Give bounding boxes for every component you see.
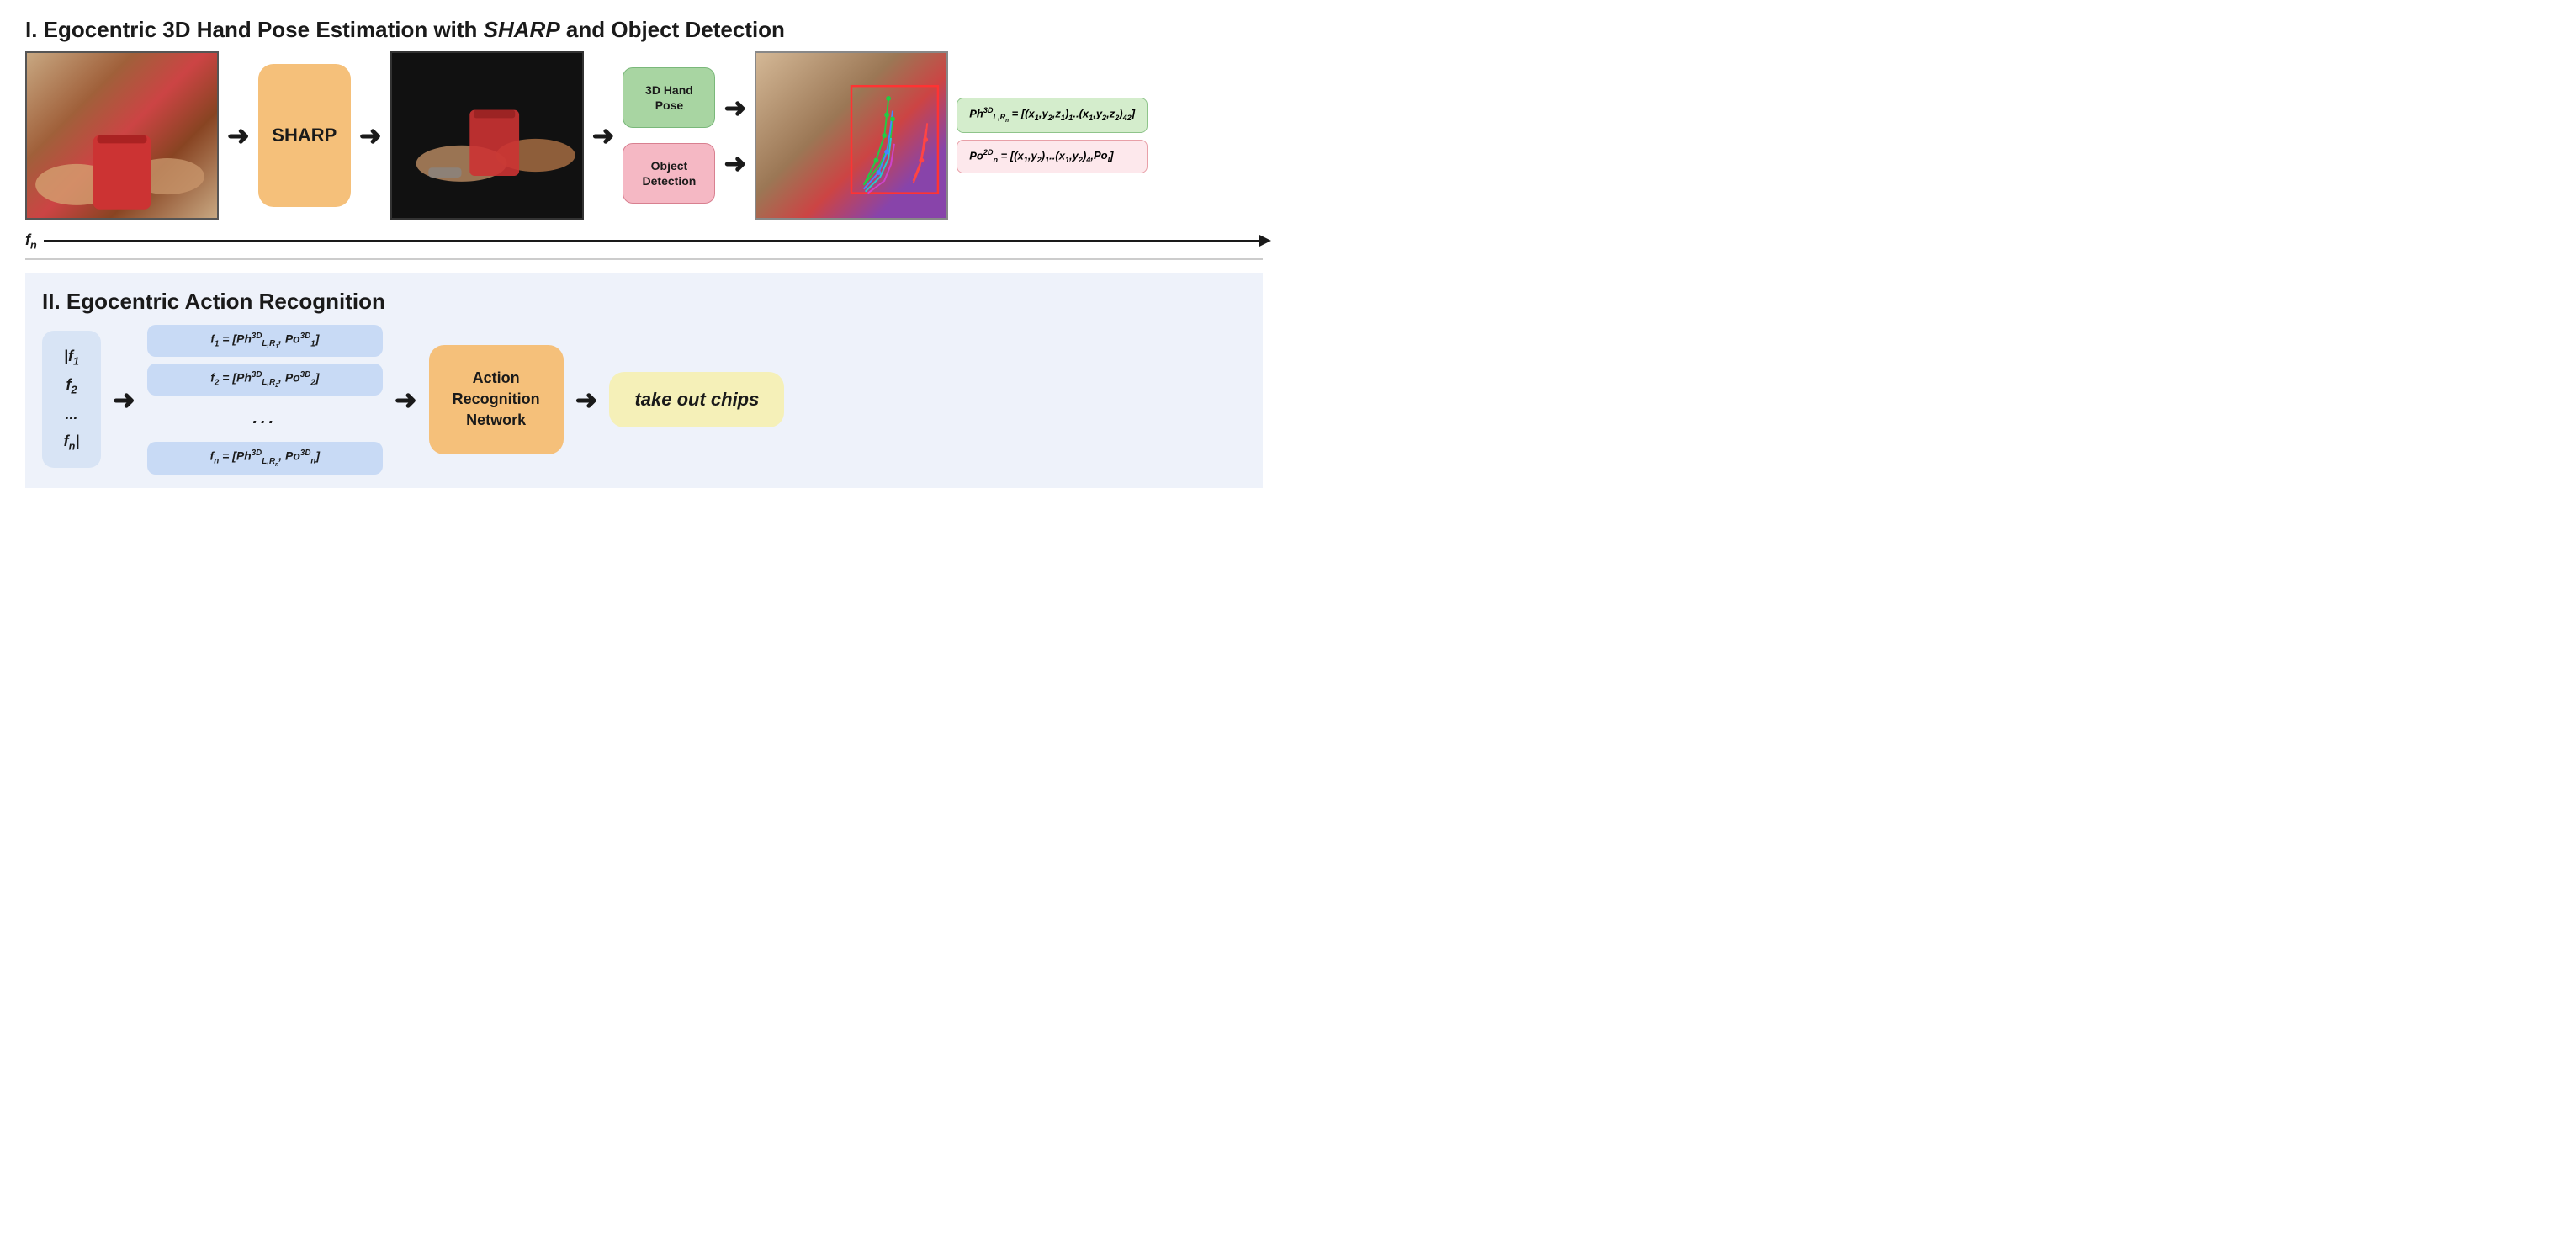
formulas-column: Ph3DL,Rn = [(x1,y2,z1)1..(x1,y2,z2)42] P… [957, 98, 1148, 174]
section1-title: I. Egocentric 3D Hand Pose Estimation wi… [25, 17, 1263, 43]
formula-2d: Po2Dn = [(x1,y2)1..(x1,y2)4,Pol] [957, 140, 1148, 174]
result-image [755, 51, 948, 220]
section2: II. Egocentric Action Recognition |f1 f2… [25, 273, 1263, 488]
arrow4b: ➜ [724, 147, 746, 179]
main-container: I. Egocentric 3D Hand Pose Estimation wi… [25, 17, 1263, 488]
arrow4a: ➜ [724, 92, 746, 124]
arrow1: ➜ [227, 119, 250, 151]
feature-frame-n: fn = [Ph3DL,Rn, Po3Dn] [147, 442, 383, 474]
object-detection-box: Object Detection [623, 143, 715, 204]
feature-frames: f1 = [Ph3DL,R1, Po3D1] f2 = [Ph3DL,R2, P… [147, 325, 383, 475]
section2-title: II. Egocentric Action Recognition [42, 289, 1246, 315]
outputs-column: 3D Hand Pose Object Detection [623, 67, 715, 204]
section1-content: ➜ SHARP ➜ ➜ [25, 51, 1263, 228]
arrow2: ➜ [359, 119, 382, 151]
feature-frame-2: f2 = [Ph3DL,R2, Po3D2] [147, 364, 383, 396]
action-recognition-network-box: Action Recognition Network [429, 345, 564, 454]
input-photo [25, 51, 219, 220]
arrow-s2-3: ➜ [575, 384, 598, 416]
section2-content: |f1 f2 ... fn| ➜ f1 = [Ph3DL,R1, Po3D1] … [42, 325, 1246, 475]
long-arrow [44, 240, 1263, 242]
photo-bg [27, 53, 217, 218]
divider [25, 258, 1263, 260]
formula-3d: Ph3DL,Rn = [(x1,y2,z1)1..(x1,y2,z2)42] [957, 98, 1148, 133]
processed-image [390, 51, 584, 220]
frame-list-box: |f1 f2 ... fn| [42, 331, 101, 468]
sharp-box: SHARP [258, 64, 351, 207]
3d-hand-pose-box: 3D Hand Pose [623, 67, 715, 128]
feature-frame-1: f1 = [Ph3DL,R1, Po3D1] [147, 325, 383, 357]
feature-frame-dots: ... [147, 402, 383, 435]
section1: I. Egocentric 3D Hand Pose Estimation wi… [25, 17, 1263, 252]
fn-label: fn [25, 231, 37, 252]
arrow3: ➜ [592, 119, 615, 151]
fn-row: fn [25, 231, 1263, 252]
arrow-s2-2: ➜ [395, 384, 417, 416]
arrow-s2-1: ➜ [113, 384, 135, 416]
result-label-box: take out chips [609, 372, 784, 427]
